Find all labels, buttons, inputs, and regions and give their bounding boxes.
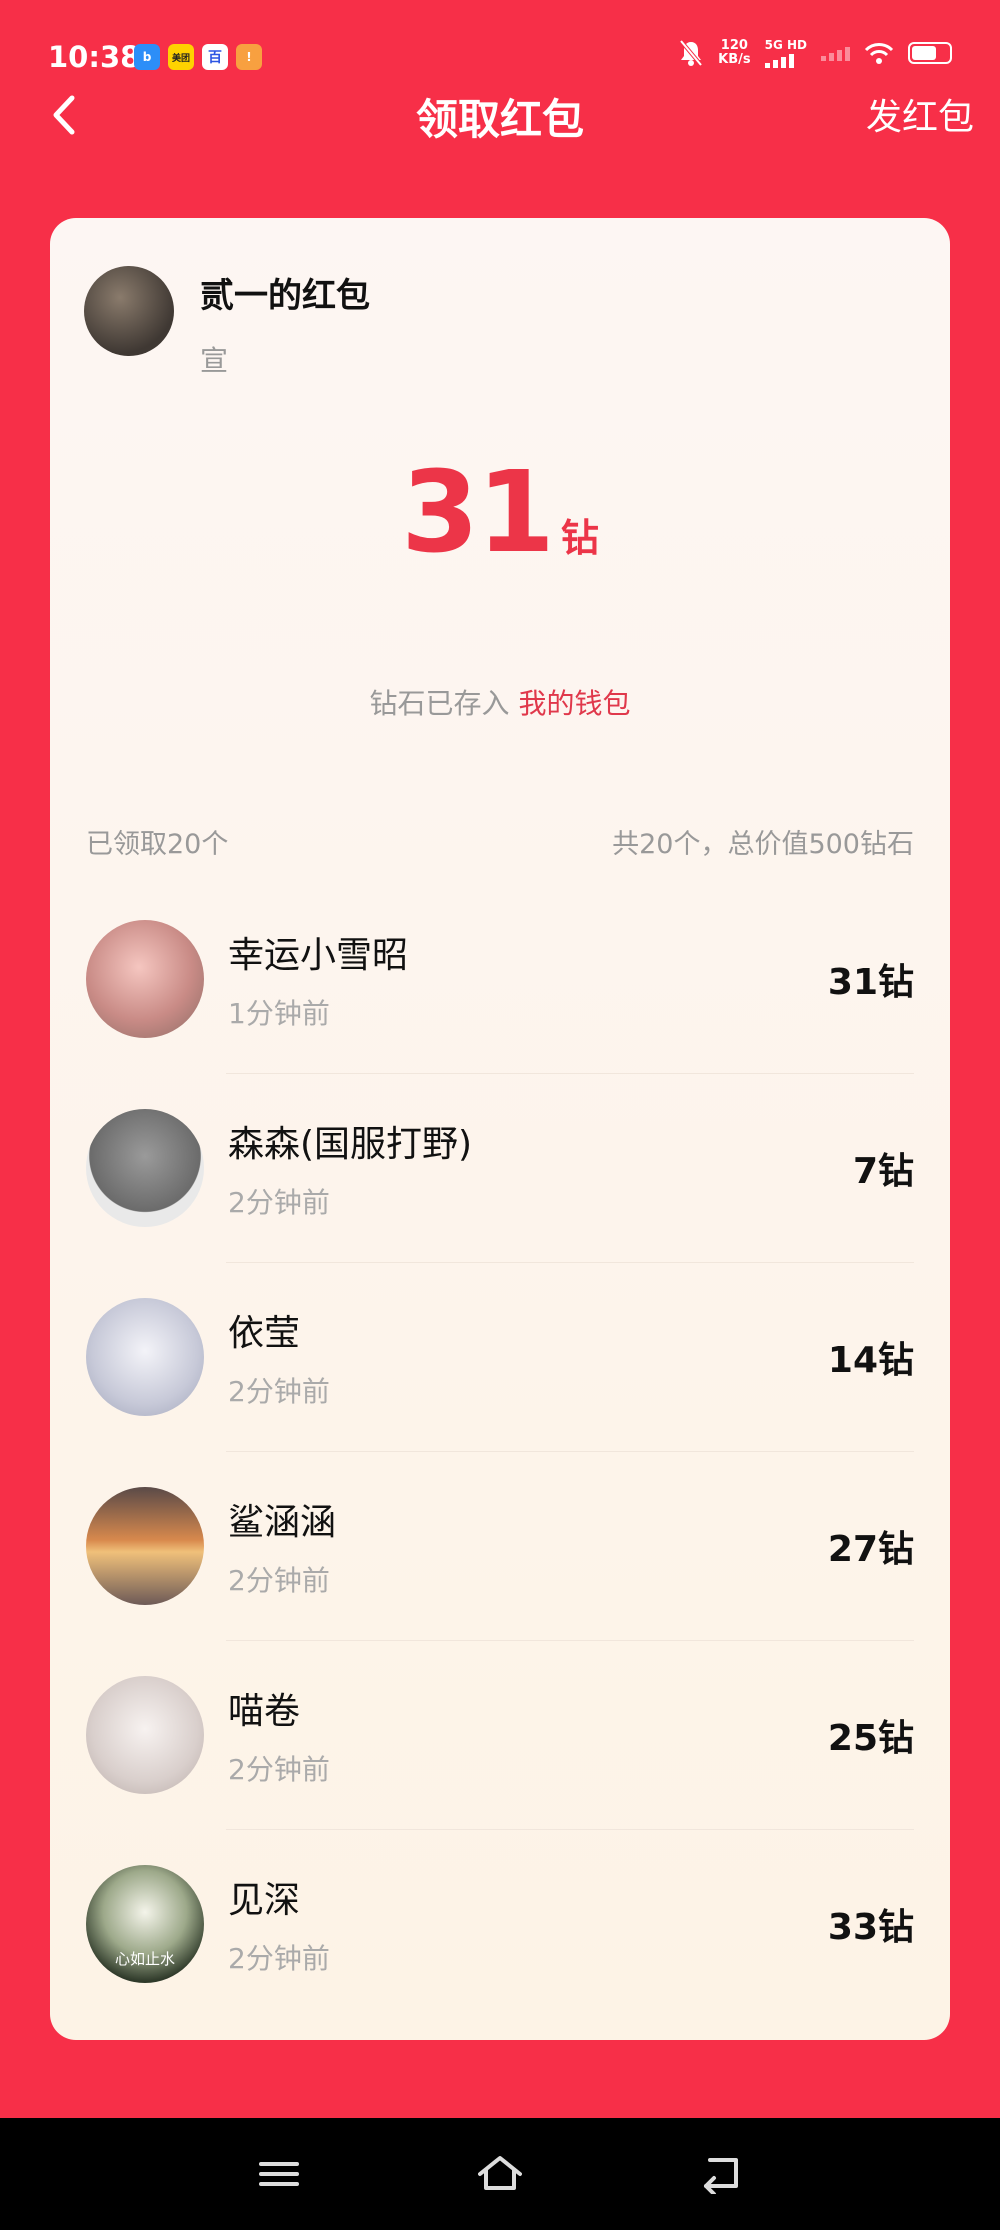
red-packet-card: 贰一的红包 宣 31 钻 钻石已存入 我的钱包 已领取20个 共20个，总价值50…: [50, 218, 950, 2040]
recipient-time: 2分钟前: [228, 1941, 330, 1975]
system-nav-bar: [0, 2118, 1000, 2230]
menu-icon: [259, 2162, 299, 2186]
meituan-icon: 美团: [168, 44, 194, 70]
mute-bell-icon: [679, 39, 703, 67]
home-icon: [478, 2156, 522, 2190]
recipient-name: 依莹: [228, 1312, 301, 1354]
sender-header: 贰一的红包 宣: [84, 266, 370, 379]
recipient-time: 2分钟前: [228, 1374, 330, 1408]
recipient-time: 2分钟前: [228, 1185, 330, 1219]
recipient-amount: 7钻: [852, 1150, 914, 1192]
list-item[interactable]: 喵卷 2分钟前 25钻: [86, 1640, 914, 1829]
home-button[interactable]: [478, 2154, 522, 2194]
status-indicators: 120 KB/s 5G HD: [678, 38, 952, 68]
status-app-icons: b 美团 百 !: [134, 44, 262, 70]
recipient-name: 幸运小雪昭: [228, 934, 409, 976]
nav-bar: 领取红包 发红包: [0, 80, 1000, 150]
list-item[interactable]: 幸运小雪昭 1分钟前 31钻: [86, 884, 914, 1073]
recipient-info: 森森(国服打野) 2分钟前: [228, 1115, 853, 1221]
recipient-time: 2分钟前: [228, 1563, 330, 1597]
list-item[interactable]: 森森(国服打野) 2分钟前 7钻: [86, 1073, 914, 1262]
recipient-avatar[interactable]: [86, 1108, 204, 1227]
battery-icon: [908, 42, 952, 64]
app-notification-icon: b: [134, 44, 160, 70]
recipient-list: 幸运小雪昭 1分钟前 31钻 森森(国服打野) 2分钟前 7钻 依莹 2分钟前 …: [86, 884, 914, 2018]
recipient-avatar[interactable]: 心如止水: [86, 1864, 204, 1983]
recipient-info: 见深 2分钟前: [228, 1871, 828, 1977]
recipient-avatar[interactable]: [86, 919, 204, 1038]
summary-row: 已领取20个 共20个，总价值500钻石: [86, 822, 914, 861]
sender-avatar[interactable]: [84, 266, 174, 356]
menu-button[interactable]: [257, 2154, 301, 2194]
recipient-name: 鲨涵涵: [228, 1501, 337, 1543]
recipient-amount: 31钻: [827, 961, 914, 1003]
status-time: 10:38: [48, 40, 141, 74]
recipient-amount: 25钻: [827, 1717, 914, 1759]
page-title: 领取红包: [415, 95, 584, 144]
list-item[interactable]: 依莹 2分钟前 14钻: [86, 1262, 914, 1451]
recipient-name: 喵卷: [228, 1690, 301, 1732]
recipient-name: 森森(国服打野): [228, 1123, 473, 1165]
baidu-icon: 百: [202, 44, 228, 70]
recipient-name: 见深: [228, 1879, 301, 1921]
system-back-button[interactable]: [700, 2154, 744, 2196]
amount-unit: 钻: [560, 516, 599, 560]
sender-info: 贰一的红包 宣: [200, 266, 370, 379]
recipient-avatar[interactable]: [86, 1486, 204, 1605]
total-summary: 共20个，总价值500钻石: [612, 829, 914, 860]
recipient-info: 鲨涵涵 2分钟前: [228, 1493, 828, 1599]
recipient-amount: 14钻: [827, 1339, 914, 1381]
alert-app-icon: !: [236, 44, 262, 70]
recipient-avatar[interactable]: [86, 1675, 204, 1794]
recipient-time: 1分钟前: [228, 996, 330, 1030]
recipient-amount: 33钻: [827, 1906, 914, 1948]
recipient-amount: 27钻: [827, 1528, 914, 1570]
wallet-note: 钻石已存入 我的钱包: [50, 682, 950, 722]
sender-subtitle: 宣: [200, 344, 229, 377]
amount-value: 31: [401, 448, 555, 578]
recipient-avatar[interactable]: [86, 1297, 204, 1416]
wifi-icon: [864, 43, 894, 64]
signal-bars-secondary-icon: [821, 45, 850, 61]
received-amount: 31 钻: [50, 448, 950, 578]
list-item[interactable]: 心如止水 见深 2分钟前 33钻: [86, 1829, 914, 2018]
recipient-info: 幸运小雪昭 1分钟前: [228, 926, 828, 1032]
sender-title: 贰一的红包: [200, 276, 370, 316]
return-icon: [704, 2158, 738, 2196]
wallet-note-text: 钻石已存入: [369, 687, 510, 720]
net-speed: 120 KB/s: [718, 38, 751, 67]
avatar-caption: 心如止水: [114, 1949, 175, 1968]
network-type: 5G HD: [764, 38, 807, 68]
signal-bars-icon: [764, 52, 807, 68]
recipient-info: 依莹 2分钟前: [228, 1304, 828, 1410]
list-item[interactable]: 鲨涵涵 2分钟前 27钻: [86, 1451, 914, 1640]
recipient-time: 2分钟前: [228, 1752, 330, 1786]
send-red-packet-button[interactable]: 发红包: [866, 88, 974, 140]
my-wallet-link[interactable]: 我的钱包: [518, 687, 630, 720]
received-count: 已领取20个: [86, 829, 229, 860]
recipient-info: 喵卷 2分钟前: [228, 1682, 828, 1788]
